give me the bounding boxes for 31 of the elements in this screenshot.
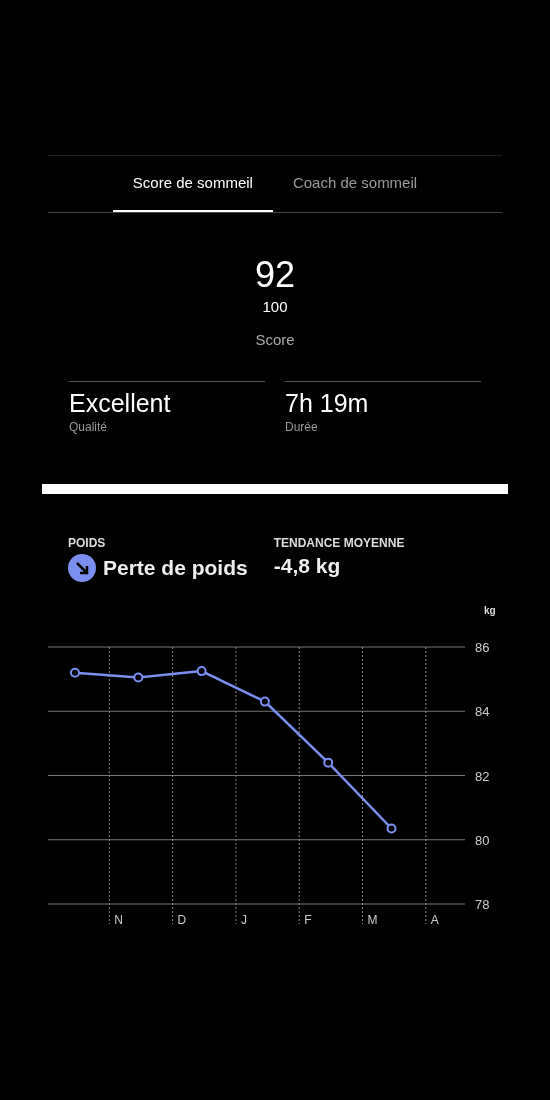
tab[interactable]: Coach de sommeil — [272, 156, 438, 212]
data-point — [196, 665, 207, 676]
trend-value: -4,8 kg — [273, 553, 342, 579]
stat-value: Excellent — [69, 388, 172, 418]
x-tick-label: F — [304, 912, 312, 927]
x-tick-label: N — [114, 912, 123, 927]
trend-label: TENDANCE MOYENNE — [273, 535, 405, 552]
y-tick-label: 84 — [475, 703, 490, 719]
x-tick-label: D — [177, 912, 187, 927]
x-tick-label: M — [367, 912, 378, 927]
score-max: 100 — [262, 297, 288, 317]
score-value: 92 — [254, 257, 295, 293]
data-point — [323, 757, 334, 768]
stat-label: Qualité — [69, 419, 109, 436]
data-point — [386, 823, 397, 833]
data-point — [259, 696, 270, 707]
y-tick-label: 80 — [475, 832, 490, 848]
weight-status: Perte de poids — [103, 555, 248, 581]
y-tick-label: 82 — [475, 768, 490, 783]
score-label: Score — [255, 329, 295, 350]
x-tick-label: J — [240, 912, 247, 927]
data-point — [70, 667, 80, 678]
x-tick-label: A — [430, 912, 439, 927]
y-tick-label: 78 — [475, 896, 490, 912]
y-tick-label: 86 — [475, 639, 490, 655]
weight-label: POIDS — [68, 535, 107, 552]
data-point — [133, 672, 144, 682]
stat-label: Durée — [285, 419, 319, 436]
tab[interactable]: Score de sommeil — [112, 156, 273, 212]
stat-value: 7h 19m — [285, 388, 370, 418]
axis-unit: kg — [484, 604, 496, 616]
